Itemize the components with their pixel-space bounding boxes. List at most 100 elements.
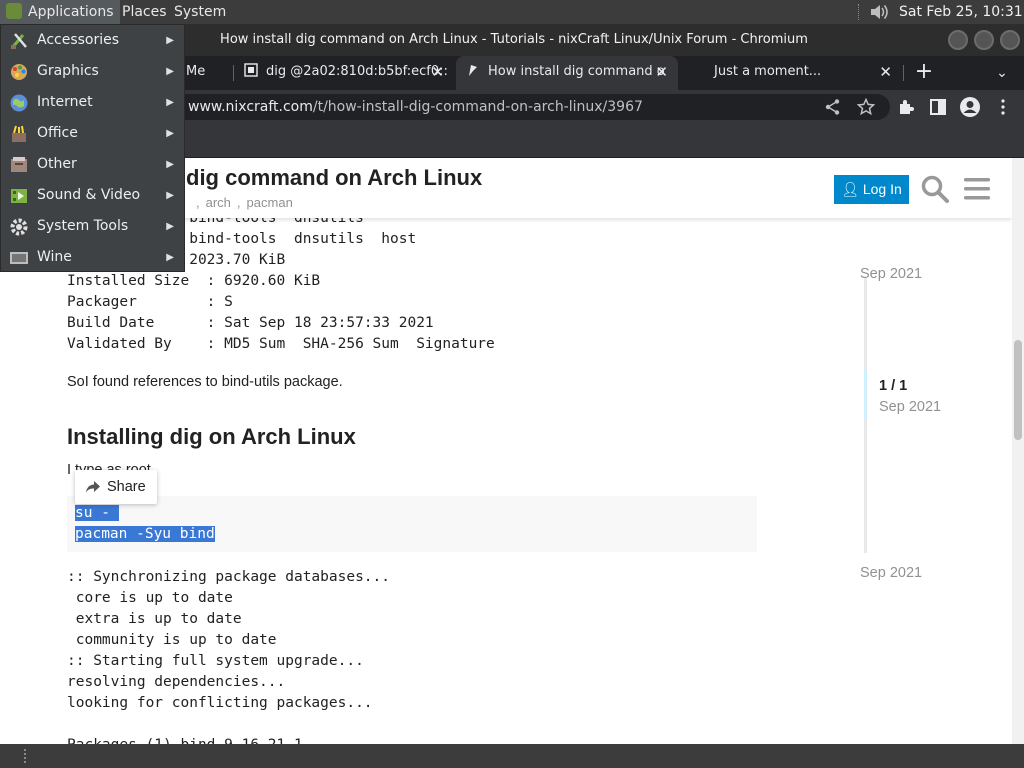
- menu-item-label: Internet: [37, 94, 93, 110]
- menu-item-label: Office: [37, 125, 78, 141]
- accessories-icon: [10, 33, 27, 49]
- tab-2[interactable]: dig @2a02:810d:b5bf:ecf0:: ✕: [234, 56, 454, 90]
- menu-item-system-tools[interactable]: System Tools ▶: [1, 211, 184, 242]
- applications-dropdown: Accessories ▶ Graphics ▶ Internet ▶ Office ▶…: [0, 24, 185, 272]
- selected-text: pacman -Syu bind: [75, 526, 215, 542]
- system-tools-icon: [10, 218, 28, 236]
- selected-text: su -: [75, 505, 110, 521]
- topic-title[interactable]: dig command on Arch Linux: [186, 165, 482, 191]
- tab-close-icon[interactable]: ✕: [655, 56, 668, 88]
- applications-menu-label: Applications: [28, 4, 114, 20]
- bookmark-star-icon[interactable]: [857, 98, 875, 116]
- menu-item-other[interactable]: Other ▶: [1, 149, 184, 180]
- user-icon: 👤︎: [841, 181, 863, 197]
- menu-item-label: Graphics: [37, 63, 99, 79]
- submenu-arrow-icon: ▶: [166, 35, 174, 46]
- browser-menu-kebab-icon[interactable]: [994, 98, 1012, 116]
- quote-share-button[interactable]: Share: [75, 470, 157, 504]
- submenu-arrow-icon: ▶: [166, 190, 174, 201]
- code-line: community is up to date: [67, 632, 277, 648]
- tab-search-chevron-icon[interactable]: ⌄: [990, 56, 1014, 90]
- hamburger-menu-icon[interactable]: [962, 176, 992, 202]
- tab-separator: [903, 65, 904, 81]
- menu-item-internet[interactable]: Internet ▶: [1, 87, 184, 118]
- code-line: Validated By : MD5 Sum SHA-256 Sum Signa…: [67, 336, 495, 352]
- code-line: Packages (1) bind-9.16.21-1: [67, 735, 390, 744]
- minimize-button[interactable]: [948, 30, 968, 50]
- applications-menu[interactable]: Applications: [0, 0, 120, 24]
- office-icon: [12, 125, 26, 142]
- tag-separator: ,: [196, 195, 200, 210]
- timeline-start-date[interactable]: Sep 2021: [860, 266, 922, 282]
- timeline-handle[interactable]: [864, 370, 867, 420]
- page-favicon-icon: [244, 63, 258, 77]
- submenu-arrow-icon: ▶: [166, 97, 174, 108]
- sound-video-icon: [11, 189, 27, 203]
- menu-item-label: Wine: [37, 249, 72, 265]
- wine-icon: [10, 252, 28, 264]
- code-line: :: Starting full system upgrade...: [67, 653, 364, 669]
- menu-item-graphics[interactable]: Graphics ▶: [1, 56, 184, 87]
- search-icon[interactable]: [920, 174, 950, 204]
- panel-grip-handle[interactable]: [24, 749, 27, 763]
- menu-item-wine[interactable]: Wine ▶: [1, 242, 184, 273]
- code-line: pacman -Syu bind: [75, 524, 749, 545]
- share-icon[interactable]: [824, 98, 842, 116]
- places-menu[interactable]: Places: [116, 0, 173, 24]
- menu-item-label: Other: [37, 156, 77, 172]
- panel-separator: [858, 4, 860, 20]
- url-path: /t/how-install-dig-command-on-arch-linux…: [312, 99, 643, 115]
- tab-3-active[interactable]: How install dig command o ✕: [456, 56, 678, 90]
- tab-4[interactable]: Just a moment... ✕: [680, 56, 902, 90]
- code-line: :: Synchronizing package databases...: [67, 569, 391, 585]
- tab-close-icon[interactable]: ✕: [431, 56, 444, 88]
- submenu-arrow-icon: ▶: [166, 128, 174, 139]
- tab-label: How install dig command o: [488, 64, 665, 79]
- topic-tags: , arch, pacman: [196, 195, 299, 210]
- top-panel: Applications Places System Sat Feb 25, 1…: [0, 0, 1024, 44]
- system-menu[interactable]: System: [168, 0, 232, 24]
- discourse-favicon-icon: [469, 65, 477, 76]
- volume-icon[interactable]: [868, 2, 890, 22]
- tag-pacman[interactable]: pacman: [247, 195, 293, 210]
- bottom-panel: [0, 744, 1024, 768]
- menu-item-accessories[interactable]: Accessories ▶: [1, 25, 184, 56]
- menu-item-office[interactable]: Office ▶: [1, 118, 184, 149]
- graphics-icon: [11, 64, 27, 80]
- internet-icon: [10, 94, 28, 112]
- tab-label: Me: [186, 64, 206, 79]
- distro-logo-icon: [6, 3, 22, 19]
- menu-item-label: Sound & Video: [37, 187, 141, 203]
- address-bar[interactable]: www.nixcraft.com/t/how-install-dig-comma…: [150, 94, 890, 120]
- menu-item-sound-video[interactable]: Sound & Video ▶: [1, 180, 184, 211]
- tab-close-icon[interactable]: ✕: [879, 56, 892, 88]
- other-icon: [11, 157, 27, 172]
- post-paragraph: SoI found references to bind-utils packa…: [67, 374, 343, 390]
- code-line: Build Date : Sat Sep 18 23:57:33 2021: [67, 315, 434, 331]
- submenu-arrow-icon: ▶: [166, 252, 174, 263]
- tag-separator: ,: [236, 195, 241, 210]
- code-block[interactable]: su - pacman -Syu bind: [67, 496, 757, 552]
- timeline-end-date[interactable]: Sep 2021: [860, 565, 922, 581]
- login-button[interactable]: 👤︎ Log In: [834, 175, 909, 204]
- scrollbar-thumb[interactable]: [1014, 340, 1022, 440]
- code-line: Packager : S: [67, 294, 233, 310]
- profile-avatar-icon[interactable]: [959, 96, 981, 118]
- menu-item-label: Accessories: [37, 32, 120, 48]
- topic-timeline: Sep 2021 1 / 1 Sep 2021 Sep 2021: [860, 158, 1010, 744]
- tab-label: dig @2a02:810d:b5bf:ecf0::: [266, 64, 448, 79]
- extensions-puzzle-icon[interactable]: [897, 98, 915, 116]
- code-line: extra is up to date: [67, 611, 242, 627]
- menu-item-label: System Tools: [37, 218, 129, 234]
- tag-arch[interactable]: arch: [206, 195, 231, 210]
- new-tab-plus-icon[interactable]: +: [912, 56, 936, 90]
- maximize-button[interactable]: [974, 30, 994, 50]
- share-label: Share: [107, 479, 146, 495]
- code-line: Installed Size : 6920.60 KiB: [67, 273, 321, 289]
- page-scrollbar[interactable]: [1012, 158, 1024, 744]
- close-window-button[interactable]: [1000, 30, 1020, 50]
- side-panel-icon[interactable]: [929, 98, 947, 116]
- code-line: core is up to date: [67, 590, 233, 606]
- code-line: su -: [75, 503, 749, 524]
